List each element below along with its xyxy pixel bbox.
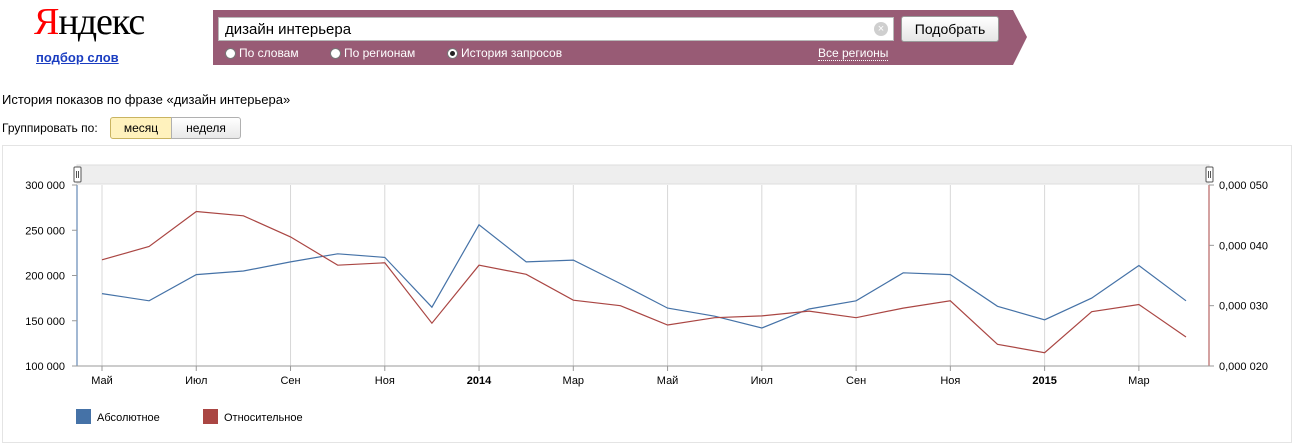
data-point[interactable] <box>570 297 576 303</box>
y-right-tick-label: 0,000 030 <box>1219 301 1268 313</box>
x-tick-label: Июл <box>185 375 207 387</box>
data-point[interactable] <box>476 262 482 268</box>
data-point[interactable] <box>1183 334 1189 340</box>
data-point[interactable] <box>1042 350 1048 356</box>
history-chart: Май Июл Сен Ноя 2014 Мар Май Июл Сен Ноя 2015 Мар 30… <box>25 164 1268 424</box>
data-point[interactable] <box>523 271 529 277</box>
series-line-absolute <box>101 223 1187 329</box>
data-point[interactable] <box>429 320 435 326</box>
series-line-relative <box>101 210 1187 354</box>
x-tick-label: Сен <box>280 375 300 387</box>
x-tick-label: Май <box>91 375 113 387</box>
data-point[interactable] <box>1042 317 1048 323</box>
x-tick-label: Июл <box>751 375 773 387</box>
data-point[interactable] <box>382 260 388 266</box>
data-point[interactable] <box>947 298 953 304</box>
data-point[interactable] <box>806 308 812 314</box>
y-left-tick-label: 300 000 <box>25 180 65 192</box>
x-tick-label: Мар <box>1128 375 1150 387</box>
data-point[interactable] <box>994 303 1000 309</box>
y-right-tick-label: 0,000 050 <box>1219 180 1268 192</box>
data-point[interactable] <box>288 259 294 265</box>
data-point[interactable] <box>570 257 576 263</box>
range-navigator[interactable] <box>76 164 1210 185</box>
x-tick-label: Мар <box>563 375 585 387</box>
data-point[interactable] <box>193 272 199 278</box>
x-tick-label: Ноя <box>940 375 960 387</box>
data-point[interactable] <box>523 259 529 265</box>
data-point[interactable] <box>1089 309 1095 315</box>
data-point[interactable] <box>665 305 671 311</box>
y-left-tick-label: 200 000 <box>25 271 65 283</box>
data-point[interactable] <box>1136 301 1142 307</box>
data-point[interactable] <box>146 244 152 250</box>
data-point[interactable] <box>853 298 859 304</box>
data-point[interactable] <box>900 270 906 276</box>
range-handle-left[interactable] <box>73 166 82 183</box>
legend-swatch[interactable] <box>76 409 91 424</box>
data-point[interactable] <box>759 325 765 331</box>
data-point[interactable] <box>900 305 906 311</box>
data-point[interactable] <box>99 291 105 297</box>
data-point[interactable] <box>193 209 199 215</box>
data-point[interactable] <box>1136 263 1142 269</box>
data-point[interactable] <box>665 322 671 328</box>
data-point[interactable] <box>947 272 953 278</box>
x-tick-label: Ноя <box>375 375 395 387</box>
y-right-tick-label: 0,000 040 <box>1219 240 1268 252</box>
data-point[interactable] <box>853 315 859 321</box>
data-point[interactable] <box>335 262 341 268</box>
x-tick-label: 2014 <box>467 375 492 387</box>
legend-label[interactable]: Абсолютное <box>97 412 160 424</box>
y-left-tick-label: 250 000 <box>25 225 65 237</box>
data-point[interactable] <box>759 313 765 319</box>
x-tick-label: Сен <box>846 375 866 387</box>
x-tick-label: 2015 <box>1032 375 1056 387</box>
legend-swatch[interactable] <box>203 409 218 424</box>
x-tick-label: Май <box>657 375 679 387</box>
data-point[interactable] <box>240 213 246 219</box>
data-point[interactable] <box>617 303 623 309</box>
data-point[interactable] <box>335 251 341 257</box>
legend-label[interactable]: Относительное <box>224 412 303 424</box>
data-point[interactable] <box>617 281 623 287</box>
data-point[interactable] <box>99 257 105 263</box>
data-point[interactable] <box>476 222 482 228</box>
data-point[interactable] <box>240 268 246 274</box>
data-point[interactable] <box>1089 295 1095 301</box>
data-point[interactable] <box>1183 298 1189 304</box>
data-point[interactable] <box>146 298 152 304</box>
data-point[interactable] <box>712 315 718 321</box>
data-point[interactable] <box>994 341 1000 347</box>
data-point[interactable] <box>382 254 388 260</box>
range-handle-right[interactable] <box>1205 166 1214 183</box>
y-right-tick-label: 0,000 020 <box>1219 361 1268 373</box>
data-point[interactable] <box>429 304 435 310</box>
data-point[interactable] <box>288 234 294 240</box>
y-left-tick-label: 150 000 <box>25 316 65 328</box>
y-left-tick-label: 100 000 <box>25 361 65 373</box>
